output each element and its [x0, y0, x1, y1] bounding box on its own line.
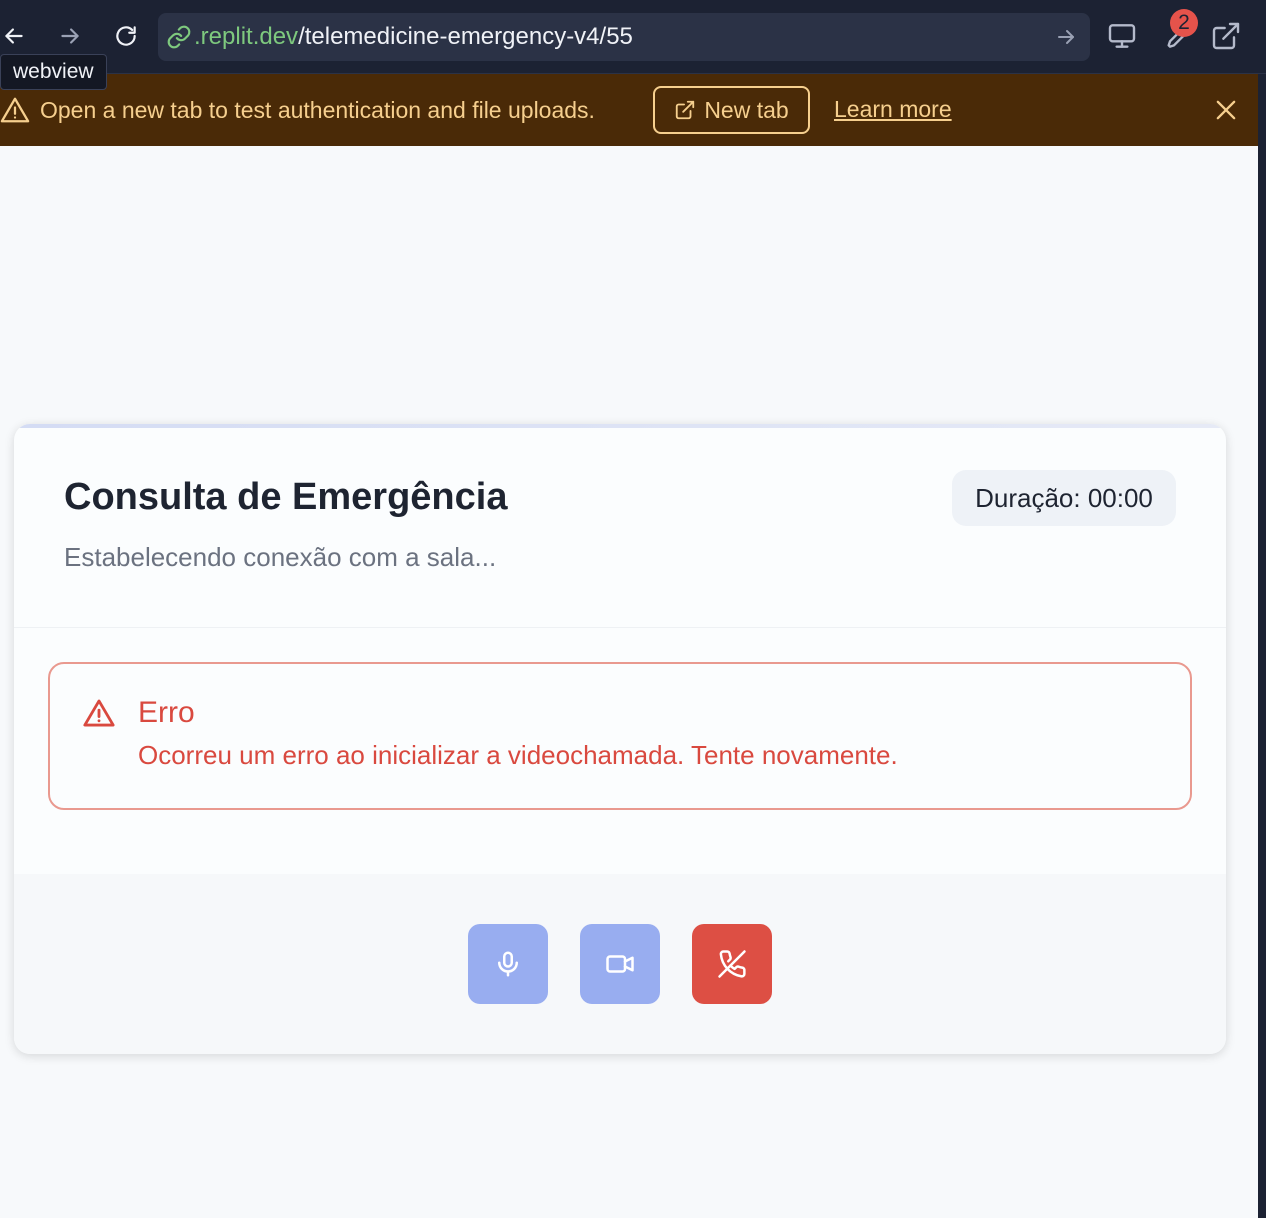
- url-path: /telemedicine-emergency-v4/55: [298, 23, 633, 50]
- learn-more-link[interactable]: Learn more: [834, 96, 952, 123]
- call-controls: [14, 874, 1226, 1054]
- connection-status: Estabelecendo conexão com a sala...: [64, 542, 497, 572]
- url-domain: .replit.dev: [194, 23, 299, 50]
- arrow-right-icon: [61, 28, 79, 44]
- warning-icon: [83, 699, 115, 727]
- new-tab-label: New tab: [704, 96, 789, 123]
- url-bar[interactable]: .replit.dev/telemedicine-emergency-v4/55: [158, 13, 1090, 61]
- mic-icon: [498, 951, 518, 977]
- end-call-button[interactable]: [692, 924, 772, 1004]
- arrow-left-icon: [5, 28, 23, 44]
- close-icon[interactable]: [1212, 96, 1240, 124]
- forward-button[interactable]: [52, 18, 88, 54]
- phone-off-icon: [718, 950, 746, 978]
- alert-title: Erro: [138, 696, 195, 729]
- consultation-card: Consulta de Emergência Estabelecendo con…: [14, 424, 1226, 1054]
- video-icon: [606, 955, 634, 973]
- external-link-icon: [676, 100, 695, 120]
- warning-banner: Open a new tab to test authentication an…: [0, 74, 1258, 146]
- external-link-icon[interactable]: [1210, 20, 1242, 52]
- link-icon: [167, 25, 191, 49]
- webview-tooltip: webview: [0, 54, 107, 90]
- notification-badge: 2: [1170, 9, 1198, 37]
- reload-button[interactable]: [108, 18, 144, 54]
- error-alert: Erro Ocorreu um erro ao inicializar a vi…: [48, 662, 1192, 810]
- refresh-icon: [116, 26, 136, 46]
- new-tab-button[interactable]: New tab: [653, 86, 810, 134]
- go-arrow-icon[interactable]: [1054, 25, 1078, 49]
- page-content: Consulta de Emergência Estabelecendo con…: [0, 146, 1258, 1218]
- camera-button[interactable]: [580, 924, 660, 1004]
- alert-message: Ocorreu um erro ao inicializar a videoch…: [138, 740, 898, 770]
- page-title: Consulta de Emergência: [64, 476, 508, 518]
- banner-message: Open a new tab to test authentication an…: [40, 96, 595, 123]
- warning-icon: [0, 97, 30, 123]
- browser-toolbar: .replit.dev/telemedicine-emergency-v4/55…: [0, 0, 1266, 74]
- back-button[interactable]: [0, 18, 32, 54]
- window-edge: [1258, 74, 1266, 1218]
- card-header: Consulta de Emergência Estabelecendo con…: [14, 424, 1226, 628]
- monitor-icon[interactable]: [1106, 20, 1138, 52]
- duration-badge: Duração: 00:00: [952, 470, 1176, 526]
- mic-button[interactable]: [468, 924, 548, 1004]
